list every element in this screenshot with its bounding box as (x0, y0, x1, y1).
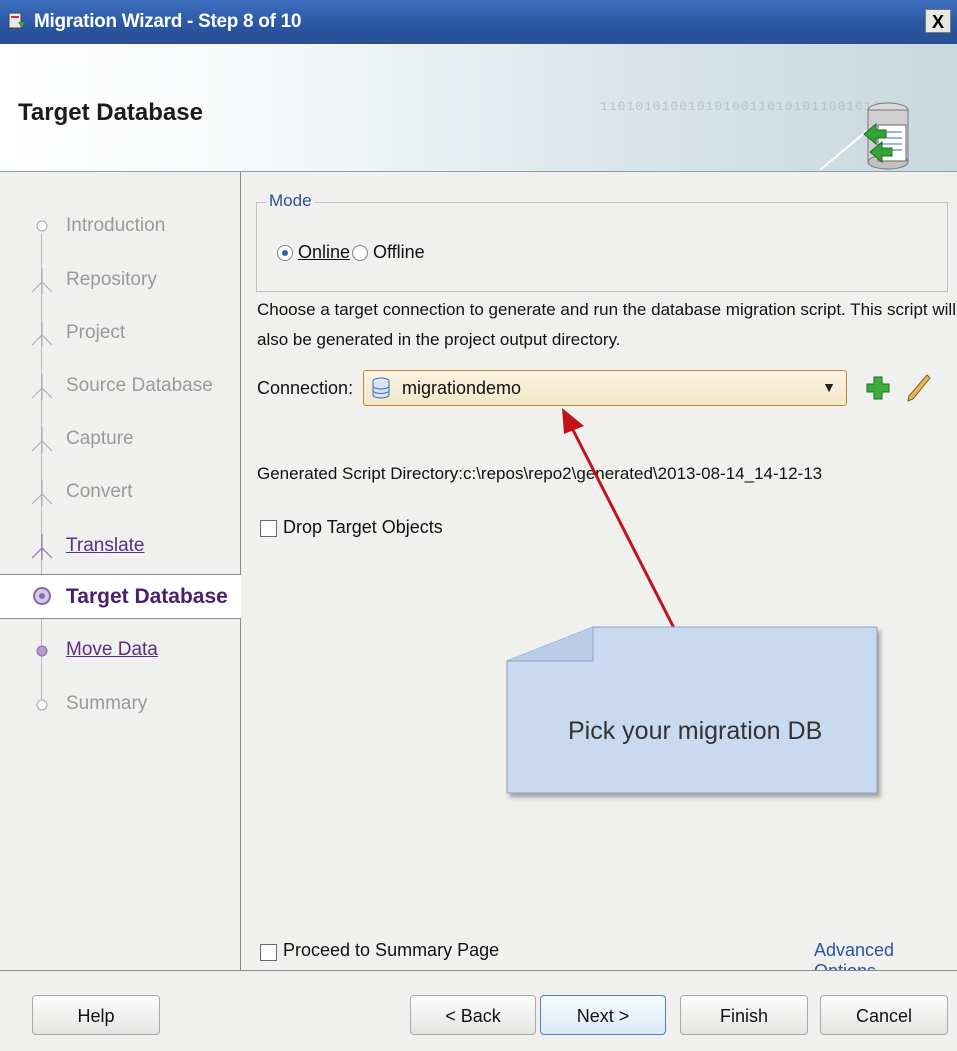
window-title: Migration Wizard - Step 8 of 10 (34, 11, 302, 32)
step-target-database: Target Database (0, 574, 241, 619)
offline-radio-label[interactable]: Offline (373, 242, 425, 263)
description-line-1: Choose a target connection to generate a… (257, 300, 956, 319)
proceed-to-summary-label[interactable]: Proceed to Summary Page (283, 940, 499, 961)
chevron-down-icon[interactable]: ▼ (822, 379, 836, 395)
step-label: Target Database (66, 585, 228, 608)
step-label: Source Database (66, 375, 213, 396)
next-button[interactable]: Next > (540, 995, 666, 1035)
online-radio[interactable] (277, 245, 293, 261)
step-introduction: Introduction (0, 206, 240, 246)
close-button[interactable]: X (925, 9, 951, 33)
step-label: Convert (66, 481, 133, 502)
step-current-node-icon (33, 587, 51, 605)
wizard-content: Mode Online Offline Choose a target conn… (241, 172, 957, 981)
step-project: Project (0, 313, 240, 353)
offline-radio[interactable] (352, 245, 368, 261)
wizard-steps-panel: Introduction Repository Project Source D… (0, 172, 241, 970)
step-label[interactable]: Translate (66, 535, 145, 557)
step-convert: Convert (0, 472, 240, 512)
connection-select[interactable]: migrationdemo ▼ (363, 370, 847, 406)
edit-connection-icon[interactable] (905, 373, 931, 403)
connection-value: migrationdemo (402, 378, 522, 398)
step-done-node-icon (31, 480, 53, 506)
step-label: Capture (66, 428, 134, 449)
database-icon (372, 377, 390, 399)
drop-target-objects-label[interactable]: Drop Target Objects (283, 517, 443, 538)
online-radio-label[interactable]: Online (298, 242, 350, 263)
mode-legend: Mode (266, 191, 315, 211)
step-summary: Summary (0, 684, 240, 724)
script-directory-text: Generated Script Directory:c:\repos\repo… (257, 464, 823, 483)
step-done-node-icon (31, 321, 53, 347)
help-button[interactable]: Help (32, 995, 160, 1035)
wizard-footer: Help < Back Next > Finish Cancel (0, 970, 957, 1051)
database-header-icon (820, 102, 909, 171)
step-done-node-icon (31, 268, 53, 294)
step-done-node-icon (31, 534, 53, 560)
step-repository: Repository (0, 260, 240, 300)
connection-label: Connection: (257, 378, 354, 398)
proceed-to-summary-checkbox[interactable] (260, 944, 277, 961)
drop-target-objects-checkbox[interactable] (260, 520, 277, 537)
step-translate[interactable]: Translate (0, 526, 240, 566)
finish-button[interactable]: Finish (680, 995, 808, 1035)
cancel-button[interactable]: Cancel (820, 995, 948, 1035)
step-capture: Capture (0, 419, 240, 459)
page-title: Target Database (18, 99, 203, 126)
step-label: Summary (66, 693, 148, 714)
callout-text: Pick your migration DB (568, 717, 823, 745)
back-button[interactable]: < Back (410, 995, 536, 1035)
callout-note: Pick your migration DB (505, 625, 878, 795)
step-label: Project (66, 322, 126, 343)
step-done-node-icon (31, 374, 53, 400)
wizard-header: Target Database 110101010010101001101010… (0, 44, 957, 172)
step-pending-node-icon (36, 699, 48, 711)
callout-shape (506, 626, 878, 794)
wizard-app-icon (8, 12, 25, 29)
step-source-database: Source Database (0, 366, 240, 406)
description-line-2: also be generated in the project output … (257, 330, 621, 349)
step-label: Repository (66, 269, 157, 290)
step-label[interactable]: Move Data (66, 639, 158, 661)
step-move-data[interactable]: Move Data (0, 630, 240, 670)
step-next-node-icon (36, 645, 48, 657)
step-done-node-icon (31, 427, 53, 453)
add-connection-icon[interactable] (866, 376, 890, 400)
step-pending-node-icon (36, 220, 48, 232)
window-title-bar[interactable]: Migration Wizard - Step 8 of 10 X (0, 0, 957, 44)
step-label: Introduction (66, 215, 166, 236)
